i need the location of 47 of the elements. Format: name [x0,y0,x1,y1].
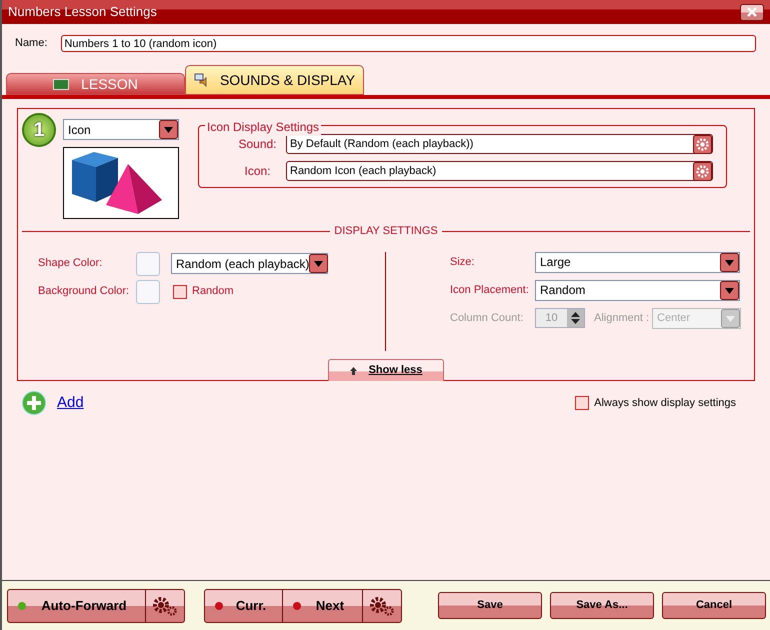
field-label: Background Color: [38,284,130,300]
add-link[interactable]: Add [57,392,84,414]
show-less-button[interactable]: Show less [328,359,444,381]
settings-icon[interactable] [693,134,712,154]
checkbox[interactable] [575,396,590,410]
window-title: Numbers Lesson Settings [8,3,157,22]
speaker-monitor-icon [194,73,208,87]
name-field[interactable]: Numbers 1 to 10 (random icon) [61,35,756,52]
field[interactable]: By Default (Random (each playback)) [286,134,713,154]
dialog-button[interactable]: Cancel [662,592,766,619]
add-icon[interactable] [22,391,46,415]
dropdown-caret-icon[interactable] [720,252,739,272]
playback-button[interactable]: Next [283,590,363,622]
field-label: Alignment : [594,310,650,326]
tab[interactable]: SOUNDS & DISPLAY [185,65,364,95]
field-label: Column Count: [450,310,524,326]
size-select[interactable]: Large [535,252,740,272]
color-swatch[interactable] [136,252,160,276]
field-label: Sound: [237,136,278,153]
dropdown-caret-icon[interactable] [309,254,328,273]
up-arrow-icon [350,366,357,374]
checkbox-label: Always show display settings [594,396,736,411]
board-icon [53,78,70,90]
dropdown-caret-icon[interactable] [720,280,739,300]
settings-icon[interactable] [693,162,712,180]
section-title: DISPLAY SETTINGS [334,224,438,239]
field-label: Size: [450,254,476,270]
color-swatch[interactable] [136,280,160,304]
field-label: Icon: [243,163,272,180]
playback-button[interactable]: Curr. [205,590,283,622]
gears-icon[interactable] [151,594,179,616]
checkbox-label: Random [192,284,234,300]
gears-icon[interactable] [368,594,396,616]
close-button[interactable] [740,4,764,20]
field-label: Icon Placement: [450,282,530,298]
playback-button[interactable]: Auto-Forward [8,590,146,622]
item-type-select[interactable]: Icon [63,119,179,140]
icon-placement-select[interactable]: Random [535,280,740,300]
shape-color-select[interactable]: Random (each playback) [171,253,328,274]
field-label: Shape Color: [38,256,104,272]
checkbox[interactable] [173,284,187,298]
dialog-button[interactable]: Save As... [550,592,654,619]
dropdown-caret-icon[interactable] [159,120,178,139]
name-label: Name: [15,36,48,52]
number-badge: 1 [22,113,56,147]
field[interactable]: Random Icon (each playback) [286,161,713,181]
dialog-button[interactable]: Save [438,592,542,619]
